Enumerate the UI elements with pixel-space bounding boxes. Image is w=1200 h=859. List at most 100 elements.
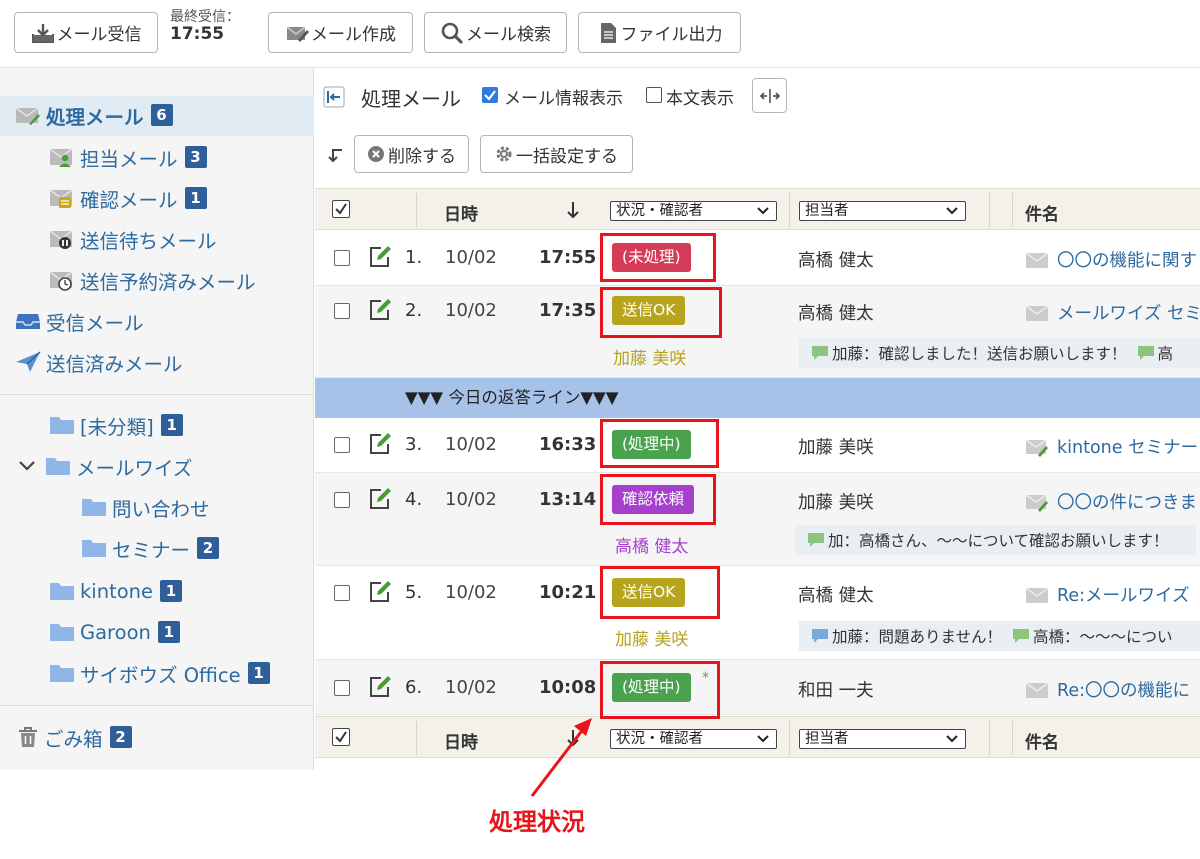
chevron-down-icon[interactable] [17, 459, 37, 473]
inbox-download-icon [31, 23, 54, 43]
search-mail-button[interactable]: メール検索 [424, 12, 567, 53]
folder-label: メールワイズ [76, 456, 193, 480]
table-row[interactable]: 3. 10/02 16:33 (処理中) 加藤 美咲 kintone セミナー [315, 418, 1200, 473]
row-subject[interactable]: kintone セミナー [1025, 434, 1198, 459]
subject-text: kintone セミナー [1057, 438, 1199, 458]
last-received-time: 17:55 [170, 24, 225, 45]
edit-icon[interactable] [368, 245, 392, 273]
count-badge: 1 [184, 187, 207, 209]
row-time: 10:21 [539, 582, 597, 603]
subject-column-header[interactable]: 件名 [1025, 728, 1059, 753]
row-subject[interactable]: Re:メールワイズ [1025, 582, 1190, 607]
sidebar-item-confirm[interactable]: 確認メール 1 [49, 181, 207, 215]
status-highlight-box [600, 661, 720, 719]
table-row[interactable]: 4. 10/02 13:14 確認依頼 高橋 健太 加藤 美咲 〇〇の件につきま… [315, 473, 1200, 566]
column-divider [989, 721, 990, 755]
assignee-column-select[interactable]: 担当者 [799, 201, 966, 221]
row-time: 16:33 [539, 434, 597, 455]
annotation-label: 処理状況 [489, 808, 585, 836]
collapse-sidebar-icon[interactable] [323, 86, 345, 112]
edit-icon[interactable] [368, 675, 392, 703]
select-all-checkbox[interactable] [332, 200, 350, 218]
comment-bar[interactable]: 加藤：確認しました！送信お願いします！ 高 [799, 338, 1200, 368]
row-time: 10:08 [539, 677, 597, 698]
edit-icon[interactable] [368, 580, 392, 608]
comment-bar[interactable]: 加藤：問題ありません！ 高橋：〜〜〜につい [799, 621, 1200, 651]
date-column-header[interactable]: 日時 [444, 728, 478, 753]
sidebar-item-sent[interactable]: 送信済みメール [15, 345, 183, 379]
sidebar-item-send-waiting[interactable]: 送信待ちメール [49, 222, 217, 256]
sidebar-item-scheduled[interactable]: 送信予約済みメール [49, 263, 256, 297]
show-info-checkbox[interactable] [482, 87, 498, 103]
sidebar-item-trash[interactable]: ごみ箱 2 [17, 720, 132, 754]
table-row[interactable]: 2. 10/02 17:35 送信OK 加藤 美咲 高橋 健太 メールワイズ セ… [315, 286, 1200, 378]
row-subject[interactable]: メールワイズ セミ [1025, 300, 1200, 325]
trash-label: ごみ箱 [44, 727, 103, 751]
edit-icon[interactable] [368, 432, 392, 460]
row-number: 6. [405, 677, 423, 698]
status-highlight-box [600, 474, 716, 525]
gear-icon [496, 146, 512, 162]
show-info-label: メール情報表示 [504, 89, 623, 109]
envelope-person-icon [49, 146, 75, 168]
show-body-checkbox[interactable] [646, 87, 662, 103]
today-reply-line: ▼▼▼ 今日の返答ライン▼▼▼ [315, 378, 1200, 418]
row-checkbox[interactable] [334, 492, 350, 508]
status-column-select[interactable]: 状況・確認者 [610, 729, 777, 749]
sidebar-item-inbox[interactable]: 受信メール [15, 304, 144, 338]
last-received-label: 最終受信： [170, 9, 240, 25]
folder-inquiry[interactable]: 問い合わせ [81, 490, 210, 524]
row-subject[interactable]: 〇〇の機能に関す [1025, 247, 1197, 272]
row-assignee: 高橋 健太 [798, 586, 874, 606]
folder-mailwise[interactable]: メールワイズ [17, 449, 192, 483]
main-pane: 処理メール メール情報表示 本文表示 削除する 一括設定する 日時 状況・確認者… [315, 68, 1200, 770]
row-checkbox[interactable] [334, 303, 350, 319]
export-file-label: ファイル出力 [620, 25, 723, 45]
row-checkbox[interactable] [334, 437, 350, 453]
receive-mail-button[interactable]: メール受信 [14, 12, 158, 53]
undo-arrow-icon[interactable] [325, 144, 347, 170]
comment-bubble-icon [1013, 629, 1030, 643]
paper-plane-icon [15, 351, 41, 373]
inbox-tray-icon [15, 310, 41, 332]
folder-icon [49, 621, 75, 643]
chevron-down-icon [757, 735, 769, 743]
resize-pane-button[interactable] [752, 78, 787, 113]
folder-garoon[interactable]: Garoon 1 [49, 615, 180, 649]
comment-bar[interactable]: 加：高橋さん、〜〜について確認お願いします！ [795, 525, 1196, 555]
table-row[interactable]: 1. 10/02 17:55 (未処理) 高橋 健太 〇〇の機能に関す [315, 231, 1200, 286]
select-all-checkbox[interactable] [332, 728, 350, 746]
table-row[interactable]: 6. 10/02 10:08 (処理中) * 和田 一夫 Re:〇〇の機能に [315, 660, 1200, 715]
row-subject[interactable]: Re:〇〇の機能に [1025, 677, 1190, 702]
sort-down-arrow-icon[interactable] [565, 200, 581, 224]
date-column-header[interactable]: 日時 [444, 200, 478, 225]
delete-button[interactable]: 削除する [354, 135, 469, 173]
folder-icon [45, 455, 71, 477]
row-checkbox[interactable] [334, 250, 350, 266]
edit-icon[interactable] [368, 487, 392, 515]
count-badge: 6 [150, 104, 173, 126]
count-badge: 3 [184, 146, 207, 168]
folder-seminar[interactable]: セミナー 2 [81, 531, 220, 565]
folder-icon [49, 414, 75, 436]
edit-icon[interactable] [368, 298, 392, 326]
row-checkbox[interactable] [334, 585, 350, 601]
compose-mail-button[interactable]: メール作成 [268, 12, 413, 53]
row-subject[interactable]: 〇〇の件につきま [1025, 489, 1197, 514]
sidebar-item-assigned[interactable]: 担当メール 3 [49, 140, 207, 174]
column-divider [416, 193, 417, 227]
assignee-column-select[interactable]: 担当者 [799, 729, 966, 749]
export-file-button[interactable]: ファイル出力 [578, 12, 741, 53]
folder-uncategorized[interactable]: [未分類] 1 [49, 408, 183, 442]
folder-kintone[interactable]: kintone 1 [49, 574, 183, 608]
folder-label: サイボウズ Office [80, 663, 241, 687]
row-time: 13:14 [539, 489, 597, 510]
bulk-settings-button[interactable]: 一括設定する [480, 135, 633, 173]
sidebar-item-processing[interactable]: 処理メール 6 [15, 98, 173, 132]
table-row[interactable]: 5. 10/02 10:21 送信OK 加藤 美咲 高橋 健太 Re:メールワイ… [315, 566, 1200, 660]
status-column-select[interactable]: 状況・確認者 [610, 201, 777, 221]
subject-column-header[interactable]: 件名 [1025, 200, 1059, 225]
row-checkbox[interactable] [334, 680, 350, 696]
folder-cybozu-office[interactable]: サイボウズ Office 1 [49, 656, 270, 690]
folder-label: [未分類] [80, 415, 154, 439]
